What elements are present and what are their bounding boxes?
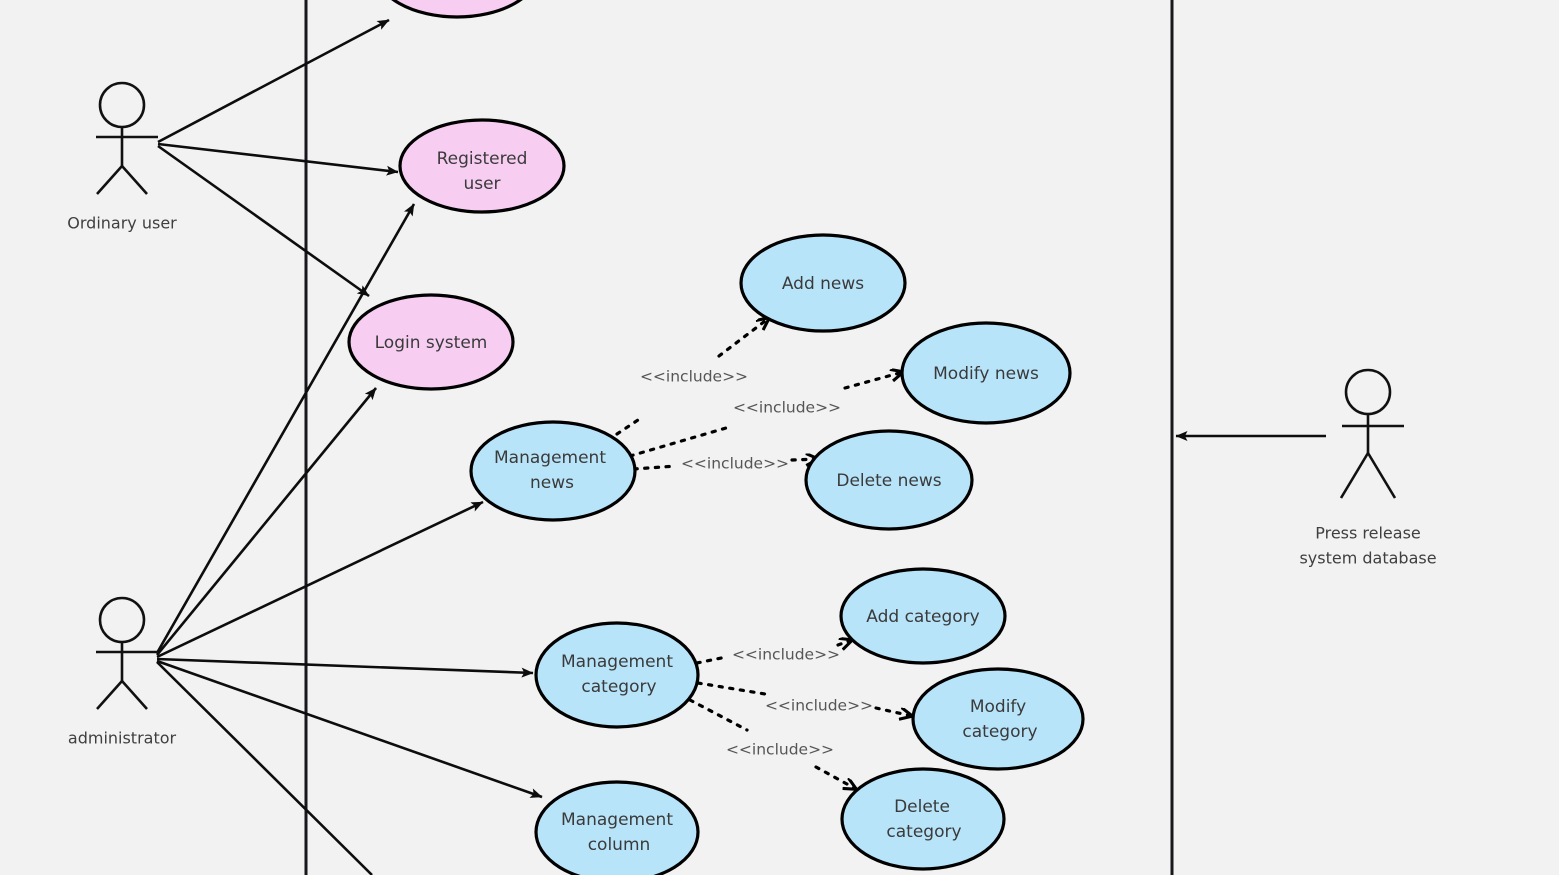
usecase-add-news-shape[interactable] <box>739 233 907 333</box>
usecase-management-column[interactable]: Management column <box>534 780 700 875</box>
usecase-login-system-shape[interactable] <box>347 293 515 391</box>
usecase-add-category-shape[interactable] <box>839 567 1007 665</box>
usecase-registered-user[interactable]: Registered user <box>398 118 566 214</box>
usecase-modify-news[interactable]: Modify news <box>900 321 1072 425</box>
usecase-delete-news[interactable]: Delete news <box>804 429 974 531</box>
usecase-modify-category-shape[interactable] <box>911 667 1085 771</box>
usecase-login-system[interactable]: Login system <box>347 293 515 391</box>
usecase-management-category[interactable]: Management category <box>534 621 700 729</box>
usecase-delete-category[interactable]: Delete category <box>840 767 1006 871</box>
usecase-modify-category[interactable]: Modify category <box>911 667 1085 771</box>
usecase-add-category[interactable]: Add category <box>839 567 1007 665</box>
use-case-diagram-canvas: Registered user Login system Management … <box>0 0 1559 875</box>
usecase-management-news-shape[interactable] <box>469 420 637 522</box>
usecase-modify-news-shape[interactable] <box>900 321 1072 425</box>
usecase-management-news[interactable]: Management news <box>469 420 637 522</box>
usecase-delete-news-shape[interactable] <box>804 429 974 531</box>
usecase-delete-category-shape[interactable] <box>840 767 1006 871</box>
usecase-management-column-shape[interactable] <box>534 780 700 875</box>
usecase-management-category-shape[interactable] <box>534 621 700 729</box>
diagram-background <box>0 0 1559 875</box>
usecase-add-news[interactable]: Add news <box>739 233 907 333</box>
usecase-registered-user-shape[interactable] <box>398 118 566 214</box>
